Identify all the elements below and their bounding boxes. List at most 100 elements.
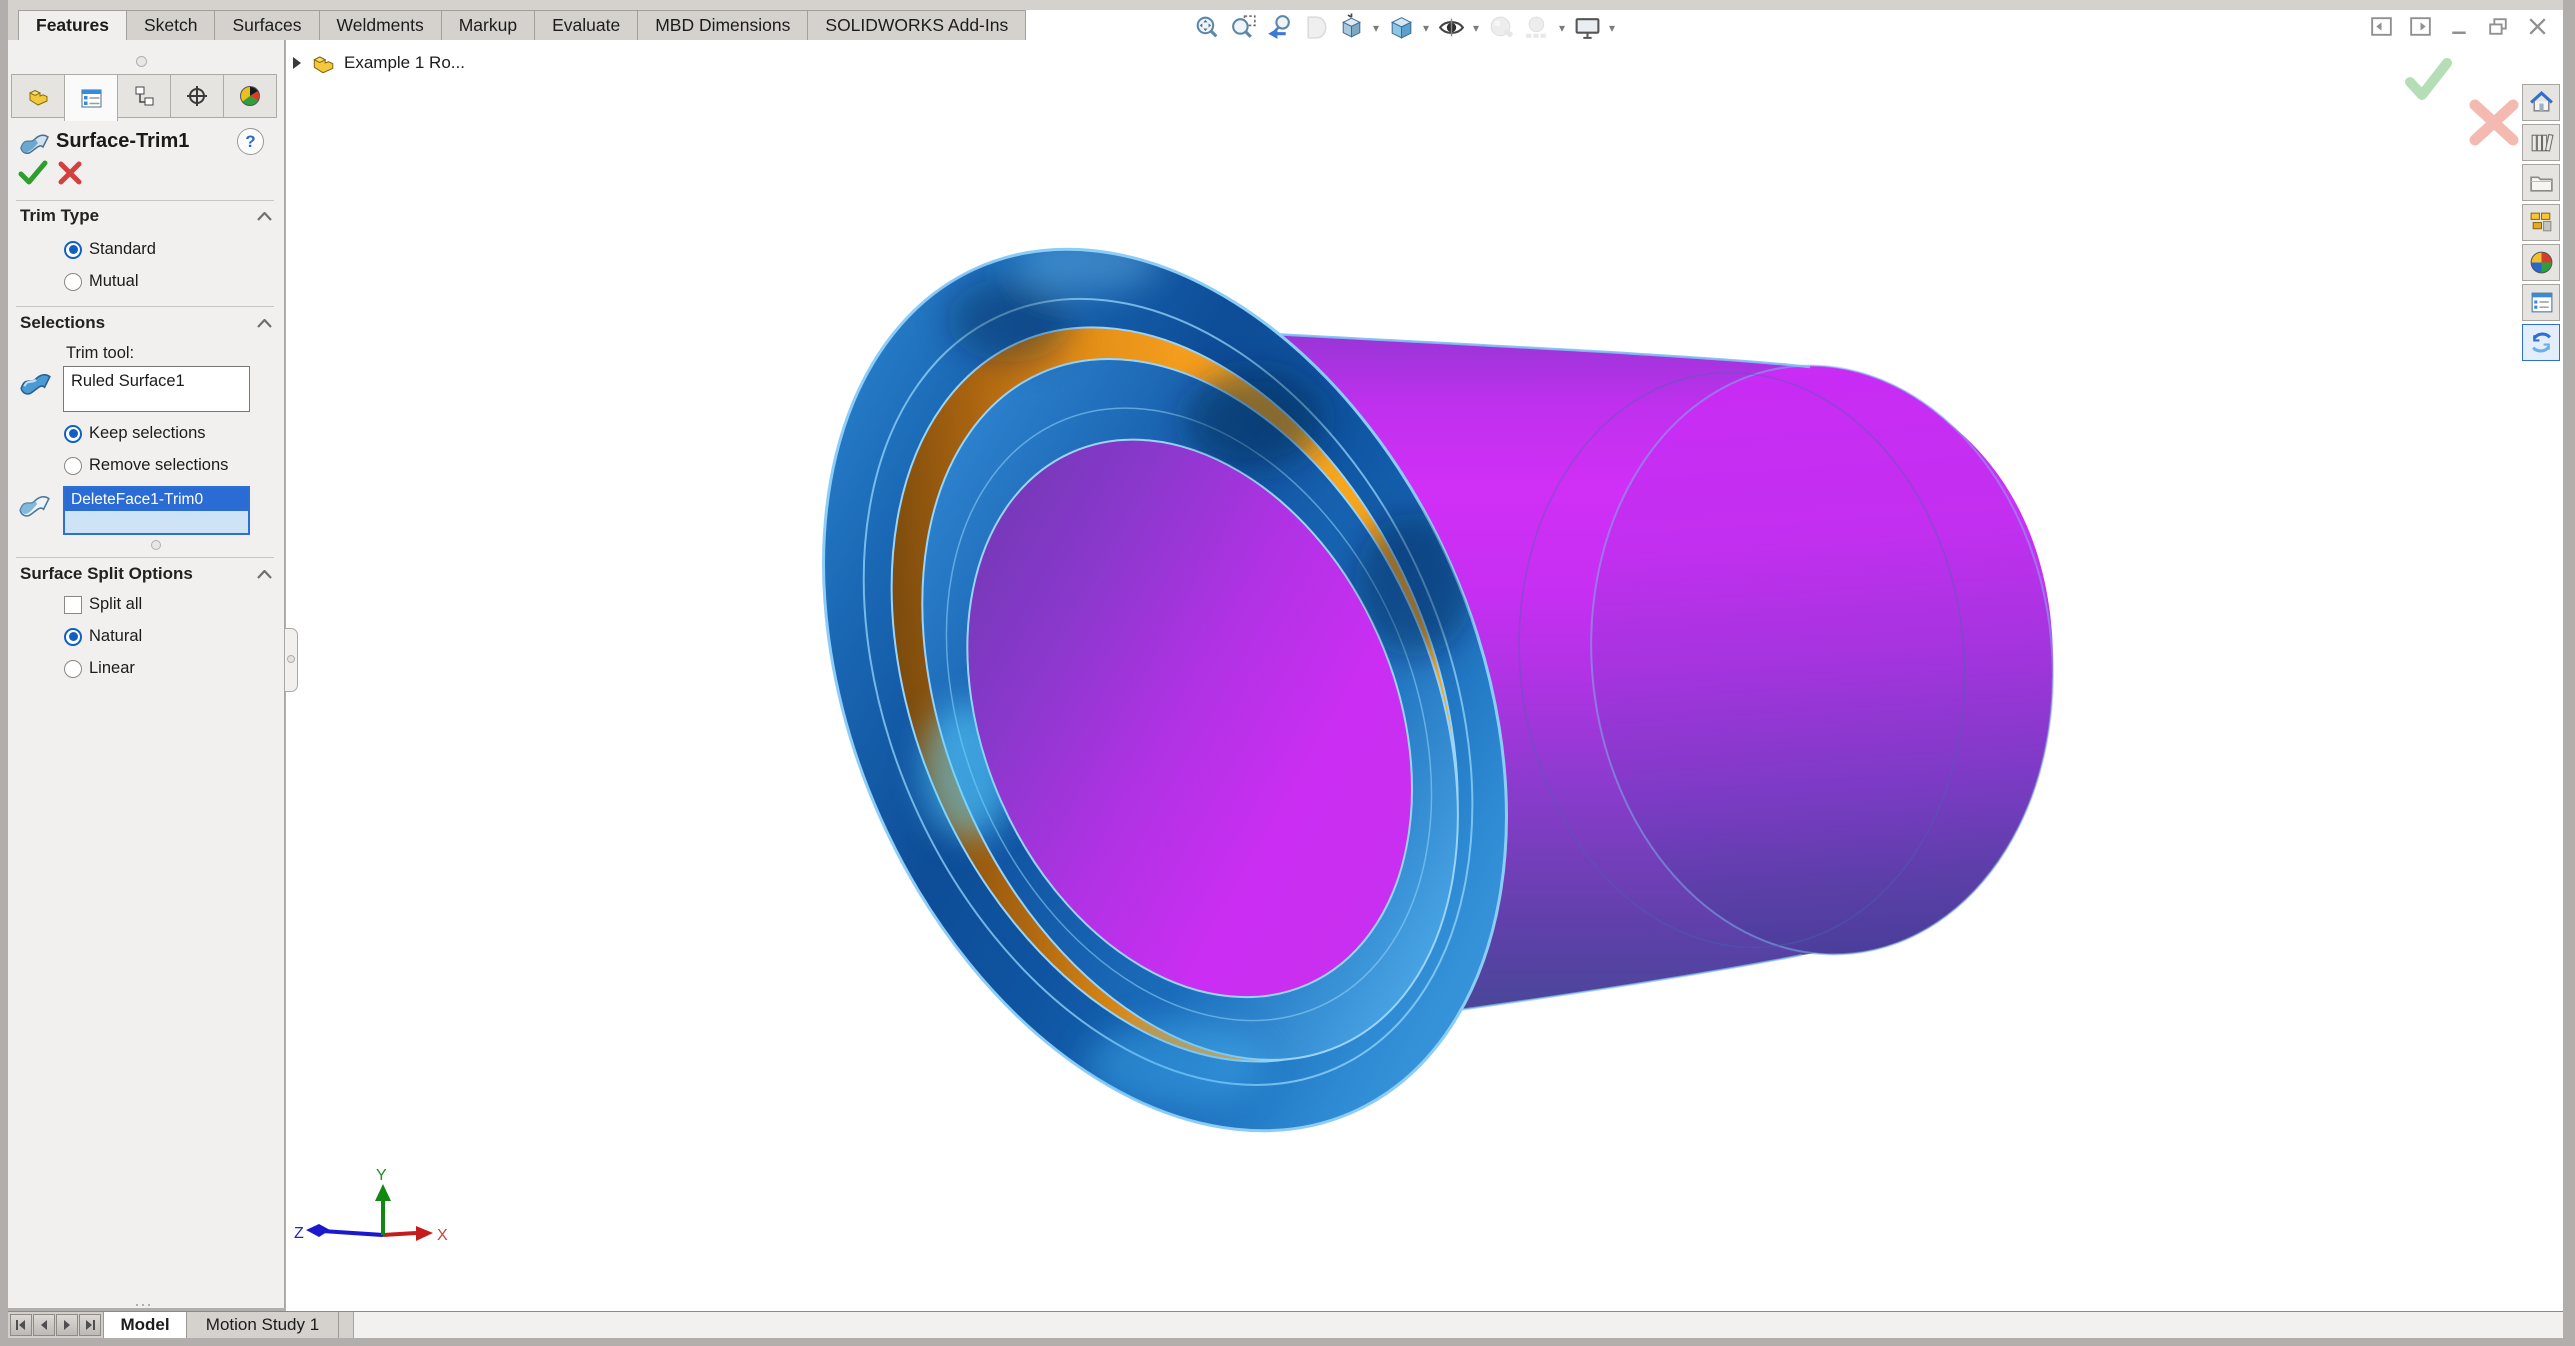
section-view-icon[interactable]: [1298, 11, 1332, 44]
tab-features[interactable]: Features: [18, 10, 127, 40]
selection-list-item[interactable]: DeleteFace1-Trim0: [65, 488, 248, 511]
part-icon: [313, 56, 334, 74]
confirm-cancel-icon[interactable]: [2469, 99, 2519, 146]
pm-title-row: Surface-Trim1 ?: [8, 128, 284, 162]
apply-scene-icon[interactable]: [1520, 11, 1554, 44]
task-pane-toolbar: [2522, 84, 2560, 361]
pm-title: Surface-Trim1: [56, 130, 190, 152]
design-library-icon[interactable]: [2522, 124, 2560, 161]
minimize-icon[interactable]: [2446, 13, 2473, 40]
ok-button[interactable]: [18, 160, 48, 186]
tab-weldments[interactable]: Weldments: [318, 10, 442, 40]
zoom-to-fit-icon[interactable]: [1190, 11, 1224, 44]
tab-display-manager[interactable]: [223, 74, 277, 118]
confirm-accept-icon[interactable]: [2405, 58, 2452, 100]
display-style-icon[interactable]: [1384, 11, 1418, 44]
study-nav-buttons: [8, 1312, 103, 1338]
divider: [16, 557, 274, 558]
heads-up-toolbar: ▾ ▾ ▾ ▾ ▾: [1190, 11, 1618, 44]
trim-type-header[interactable]: Trim Type: [20, 206, 272, 226]
tab-dimxpert-manager[interactable]: [170, 74, 224, 118]
radio-keep-circle[interactable]: [64, 424, 82, 443]
surface-trim-icon: [20, 134, 49, 154]
previous-view-icon[interactable]: [1262, 11, 1296, 44]
bottom-resize-grip[interactable]: [134, 1302, 150, 1308]
trim-tool-surface-icon: [20, 373, 51, 395]
hide-show-items-dropdown-icon[interactable]: ▾: [1470, 21, 1482, 35]
panel-splitter-handle[interactable]: [285, 628, 298, 692]
graphics-viewport[interactable]: [286, 10, 2563, 1311]
zoom-to-area-icon[interactable]: [1226, 11, 1260, 44]
solidworks-resources-home-icon[interactable]: [2522, 84, 2560, 121]
custom-properties-icon[interactable]: [2522, 284, 2560, 321]
view-orientation-dropdown-icon[interactable]: ▾: [1370, 21, 1382, 35]
collapse-right-pane-icon[interactable]: [2407, 13, 2434, 40]
hide-show-items-icon[interactable]: [1434, 11, 1468, 44]
tab-motion-study-1[interactable]: Motion Study 1: [187, 1312, 339, 1338]
divider: [16, 306, 274, 307]
collapse-chevron-icon[interactable]: [257, 211, 272, 221]
listbox-resize-grip[interactable]: [151, 540, 161, 550]
collapse-chevron-icon[interactable]: [257, 318, 272, 328]
solidworks-sync-icon[interactable]: [2522, 324, 2560, 361]
panel-top-grip[interactable]: [136, 56, 147, 67]
radio-linear-circle[interactable]: [64, 659, 82, 678]
breadcrumb: Example 1 Ro...: [292, 50, 465, 76]
radio-standard-circle[interactable]: [64, 240, 82, 259]
radio-linear[interactable]: Linear: [64, 659, 135, 678]
window-title-strip: [8, 0, 2563, 10]
radio-mutual-circle[interactable]: [64, 272, 82, 291]
bottom-tab-bar: Model Motion Study 1: [8, 1311, 2563, 1338]
nav-last-icon[interactable]: [79, 1314, 101, 1336]
radio-remove-circle[interactable]: [64, 456, 82, 475]
tab-evaluate[interactable]: Evaluate: [534, 10, 639, 40]
tab-markup[interactable]: Markup: [440, 10, 536, 40]
radio-natural[interactable]: Natural: [64, 627, 142, 646]
tab-bar-filler: [354, 1312, 2563, 1338]
close-icon[interactable]: [2524, 13, 2551, 40]
view-settings-dropdown-icon[interactable]: ▾: [1606, 21, 1618, 35]
tab-mbd-dimensions[interactable]: MBD Dimensions: [637, 10, 809, 40]
command-manager-tabs: Features Sketch Surfaces Weldments Marku…: [8, 10, 1027, 40]
radio-remove-selections[interactable]: Remove selections: [64, 456, 228, 475]
confirmation-corner: [2405, 58, 2519, 146]
tree-expand-icon[interactable]: [292, 56, 302, 70]
surface-split-header[interactable]: Surface Split Options: [20, 564, 272, 584]
radio-keep-selections[interactable]: Keep selections: [64, 424, 206, 443]
display-style-dropdown-icon[interactable]: ▾: [1420, 21, 1432, 35]
tab-feature-manager[interactable]: [11, 74, 65, 118]
tab-solidworks-addins[interactable]: SOLIDWORKS Add-Ins: [807, 10, 1027, 40]
split-all-checkbox[interactable]: [64, 595, 82, 614]
tab-model[interactable]: Model: [103, 1312, 187, 1338]
help-icon[interactable]: ?: [237, 128, 264, 155]
trim-tool-label: Trim tool:: [66, 344, 135, 362]
view-palette-icon[interactable]: [2522, 204, 2560, 241]
selections-header[interactable]: Selections: [20, 313, 272, 333]
tab-sketch[interactable]: Sketch: [125, 10, 216, 40]
file-explorer-icon[interactable]: [2522, 164, 2560, 201]
selection-surface-icon: [19, 495, 50, 517]
window-controls: [2368, 13, 2551, 40]
tree-root-label[interactable]: Example 1 Ro...: [344, 53, 465, 73]
selection-listbox[interactable]: DeleteFace1-Trim0: [63, 486, 250, 535]
appearances-scenes-icon[interactable]: [2522, 244, 2560, 281]
nav-next-icon[interactable]: [56, 1314, 78, 1336]
cancel-button[interactable]: [58, 161, 82, 185]
view-orientation-icon[interactable]: [1334, 11, 1368, 44]
radio-standard[interactable]: Standard: [64, 240, 156, 259]
radio-natural-circle[interactable]: [64, 627, 82, 646]
collapse-left-pane-icon[interactable]: [2368, 13, 2395, 40]
collapse-chevron-icon[interactable]: [257, 569, 272, 579]
nav-first-icon[interactable]: [10, 1314, 32, 1336]
tab-property-manager[interactable]: [64, 74, 118, 121]
trim-tool-input[interactable]: Ruled Surface1: [63, 366, 250, 412]
checkbox-split-all[interactable]: Split all: [64, 595, 142, 614]
tab-configuration-manager[interactable]: [117, 74, 171, 118]
apply-scene-dropdown-icon[interactable]: ▾: [1556, 21, 1568, 35]
tab-surfaces[interactable]: Surfaces: [214, 10, 320, 40]
restore-icon[interactable]: [2485, 13, 2512, 40]
view-settings-icon[interactable]: [1570, 11, 1604, 44]
radio-mutual[interactable]: Mutual: [64, 272, 139, 291]
edit-appearance-icon[interactable]: [1484, 11, 1518, 44]
nav-previous-icon[interactable]: [33, 1314, 55, 1336]
